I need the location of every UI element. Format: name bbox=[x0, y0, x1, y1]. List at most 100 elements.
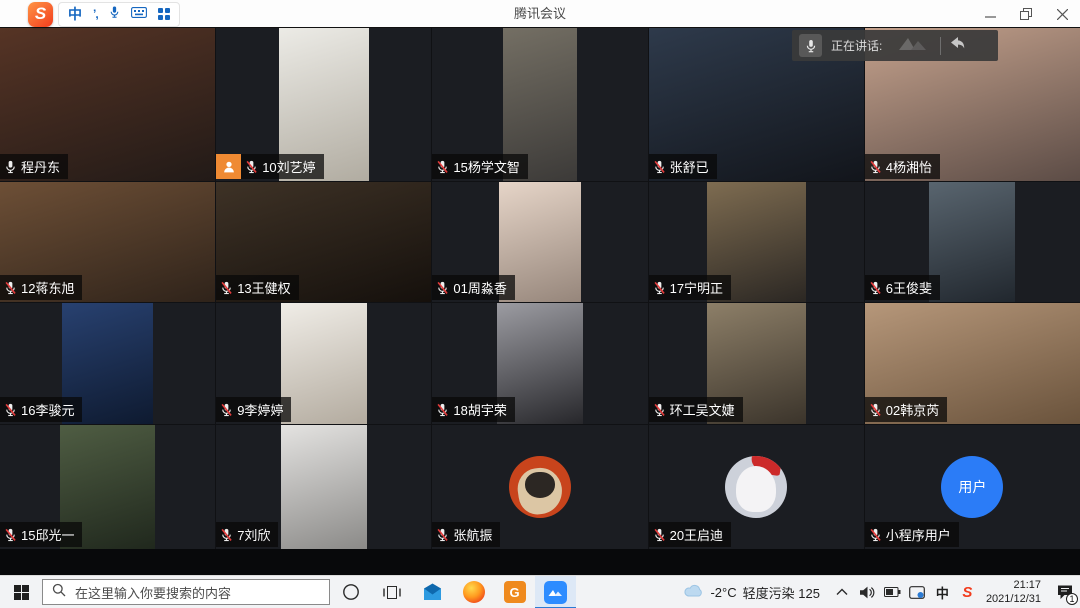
back-arrow-icon[interactable] bbox=[949, 36, 965, 55]
participant-label: 20王启迪 bbox=[649, 522, 731, 547]
participant-label-row: 01周淼香 bbox=[432, 275, 514, 300]
muted-mic-icon bbox=[869, 160, 882, 174]
close-button[interactable] bbox=[1044, 0, 1080, 28]
ime-language-icon[interactable]: 中 bbox=[930, 576, 955, 608]
participant-tile[interactable]: 16李骏元 bbox=[0, 303, 215, 424]
participant-tile[interactable]: 01周淼香 bbox=[432, 182, 647, 302]
participant-tile[interactable]: 18胡宇荣 bbox=[432, 303, 647, 424]
apps-grid-icon[interactable] bbox=[158, 8, 170, 20]
participant-avatar bbox=[725, 456, 787, 518]
muted-mic-icon bbox=[4, 403, 17, 417]
participant-name: 10刘艺婷 bbox=[262, 157, 315, 176]
title-bar: S 中 ’, 腾讯会议 bbox=[0, 0, 1080, 28]
participant-tile[interactable]: 7刘欣 bbox=[216, 425, 431, 549]
task-view-button[interactable] bbox=[371, 576, 412, 608]
participant-name: 张航振 bbox=[453, 525, 492, 544]
participant-label: 13王健权 bbox=[216, 275, 298, 300]
participant-tile[interactable]: 6王俊斐 bbox=[865, 182, 1080, 302]
participant-tile[interactable]: 20王启迪 bbox=[649, 425, 864, 549]
speaking-label: 正在讲话: bbox=[831, 37, 882, 54]
participant-label: 张舒已 bbox=[649, 154, 717, 179]
participant-label: 9李婷婷 bbox=[216, 397, 291, 422]
chinese-mode-icon[interactable]: 中 bbox=[68, 4, 82, 24]
muted-mic-icon bbox=[4, 528, 17, 542]
participant-label: 18胡宇荣 bbox=[432, 397, 514, 422]
participant-tile[interactable]: 15杨学文智 bbox=[432, 28, 647, 181]
punctuation-icon[interactable]: ’, bbox=[93, 7, 98, 21]
participant-tile[interactable]: 13王健权 bbox=[216, 182, 431, 302]
g-doc-icon: G bbox=[504, 581, 526, 603]
participant-video bbox=[281, 425, 367, 549]
participant-tile[interactable]: 02韩京芮 bbox=[865, 303, 1080, 424]
participant-label-row: 15邱光一 bbox=[0, 522, 82, 547]
participant-label-row: 9李婷婷 bbox=[216, 397, 291, 422]
participant-label: 12蒋东旭 bbox=[0, 275, 82, 300]
mic-icon[interactable] bbox=[109, 5, 120, 24]
muted-mic-icon bbox=[653, 281, 666, 295]
participant-label-row: 张舒已 bbox=[649, 154, 717, 179]
taskbar: 在这里输入你要搜索的内容 G -2°C 轻度污染 125 bbox=[0, 575, 1080, 608]
wps-doc-app-button[interactable]: G bbox=[494, 576, 535, 608]
restore-button[interactable] bbox=[1008, 0, 1044, 28]
participant-label-row: 13王健权 bbox=[216, 275, 298, 300]
participant-name: 15邱光一 bbox=[21, 525, 74, 544]
participant-label: 15邱光一 bbox=[0, 522, 82, 547]
participant-tile[interactable]: 程丹东 bbox=[0, 28, 215, 181]
participant-tile[interactable]: 15邱光一 bbox=[0, 425, 215, 549]
participant-name: 01周淼香 bbox=[453, 278, 506, 297]
meeting-area: 程丹东 10刘艺婷 15杨学文智 张舒已 4杨湘怡 12蒋东旭 13王健权 01… bbox=[0, 28, 1080, 575]
keyboard-icon[interactable] bbox=[131, 5, 147, 23]
participant-tile[interactable]: 9李婷婷 bbox=[216, 303, 431, 424]
battery-icon[interactable] bbox=[880, 576, 905, 608]
system-tray: -2°C 轻度污染 125 中 S 21:17 2021/12/31 bbox=[684, 576, 1080, 608]
participant-grid: 程丹东 10刘艺婷 15杨学文智 张舒已 4杨湘怡 12蒋东旭 13王健权 01… bbox=[0, 28, 1080, 549]
participant-tile[interactable]: 张航振 bbox=[432, 425, 647, 549]
cortana-button[interactable] bbox=[330, 576, 371, 608]
meeting-watermark-icon bbox=[896, 34, 930, 57]
participant-name: 9李婷婷 bbox=[237, 400, 283, 419]
window-controls bbox=[972, 0, 1080, 28]
muted-mic-icon bbox=[220, 403, 233, 417]
weather-widget[interactable]: -2°C 轻度污染 125 bbox=[684, 583, 819, 602]
taskbar-clock[interactable]: 21:17 2021/12/31 bbox=[986, 578, 1041, 607]
participant-tile[interactable]: 12蒋东旭 bbox=[0, 182, 215, 302]
participant-label: 7刘欣 bbox=[216, 522, 278, 547]
participant-tile[interactable]: 用户 小程序用户 bbox=[865, 425, 1080, 549]
volume-icon[interactable] bbox=[855, 576, 880, 608]
speaking-indicator[interactable]: 正在讲话: bbox=[792, 30, 998, 61]
participant-label: 小程序用户 bbox=[865, 522, 959, 547]
muted-mic-icon bbox=[653, 160, 666, 174]
participant-label: 17宁明正 bbox=[649, 275, 731, 300]
participant-label-row: 20王启迪 bbox=[649, 522, 731, 547]
mail-app-button[interactable] bbox=[412, 576, 453, 608]
participant-name: 18胡宇荣 bbox=[453, 400, 506, 419]
mic-icon bbox=[799, 34, 822, 57]
screen-clip-icon[interactable] bbox=[905, 576, 930, 608]
participant-name: 7刘欣 bbox=[237, 525, 270, 544]
sogou-logo-icon[interactable]: S bbox=[28, 2, 53, 27]
start-button[interactable] bbox=[0, 576, 42, 608]
muted-mic-icon bbox=[436, 281, 449, 295]
participant-tile[interactable]: 10刘艺婷 bbox=[216, 28, 431, 181]
participant-label: 01周淼香 bbox=[432, 275, 514, 300]
notification-center-button[interactable]: 1 bbox=[1050, 576, 1080, 608]
participant-label-row: 程丹东 bbox=[0, 154, 68, 179]
minimize-button[interactable] bbox=[972, 0, 1008, 28]
tray-expand-button[interactable] bbox=[830, 576, 855, 608]
taskbar-search-input[interactable]: 在这里输入你要搜索的内容 bbox=[42, 579, 330, 605]
tencent-meeting-icon bbox=[544, 581, 567, 604]
participant-tile[interactable]: 环工吴文婕 bbox=[649, 303, 864, 424]
tencent-meeting-app-button[interactable] bbox=[535, 576, 576, 608]
participant-name: 12蒋东旭 bbox=[21, 278, 74, 297]
firefox-app-button[interactable] bbox=[453, 576, 494, 608]
divider bbox=[940, 37, 941, 55]
participant-label: 环工吴文婕 bbox=[649, 397, 743, 422]
participant-name: 16李骏元 bbox=[21, 400, 74, 419]
waiting-member-badge-icon[interactable] bbox=[216, 154, 241, 179]
ime-pill: 中 ’, bbox=[58, 2, 180, 27]
participant-name: 4杨湘怡 bbox=[886, 157, 932, 176]
participant-label: 程丹东 bbox=[0, 154, 68, 179]
participant-label-row: 16李骏元 bbox=[0, 397, 82, 422]
sogou-tray-icon[interactable]: S bbox=[955, 576, 980, 608]
participant-tile[interactable]: 17宁明正 bbox=[649, 182, 864, 302]
